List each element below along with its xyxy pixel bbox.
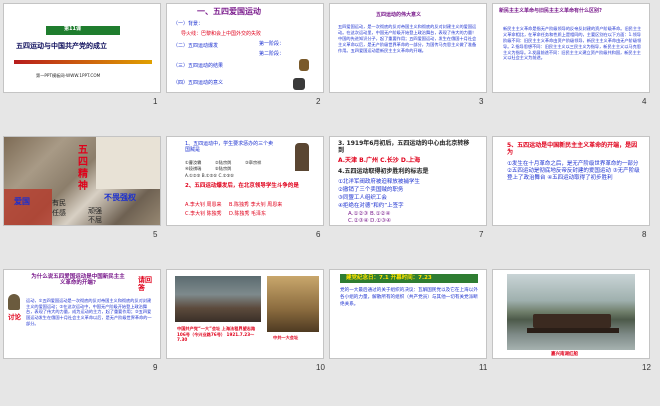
slide-6-option: A.李大钊 周恩来 bbox=[185, 202, 222, 208]
slide-number: 12 bbox=[642, 363, 651, 372]
slide-6-answer-choices: A.①②③ B.①②⑤ C.①③⑤ bbox=[185, 173, 235, 178]
slide-number: 7 bbox=[479, 230, 484, 239]
slide-6-option: C.李大钊 陈独秀 bbox=[185, 211, 222, 217]
slide-2-line: （四）五四运动的意义 bbox=[173, 80, 224, 86]
slide-7-q4: 4.五四运动取得初步胜利的标志是 bbox=[338, 168, 429, 175]
slide-number: 2 bbox=[316, 97, 321, 106]
slide-1-thumbnail[interactable]: 第11课 五四运动与中国共产党的成立 第一PPT模板网-WWW.1PPT.COM bbox=[3, 3, 161, 93]
slide-7-item: ④拒绝在对德“和约”上签字 bbox=[338, 203, 404, 209]
slide-7-q3: 3. 1919年6月初后，五四运动的中心由北京转移到 bbox=[338, 140, 470, 154]
slide-number: 4 bbox=[642, 97, 647, 106]
slide-6-option: D.陈独秀 毛泽东 bbox=[229, 211, 267, 217]
slide-number: 5 bbox=[153, 230, 158, 239]
slide-5-word: 爱国 bbox=[14, 197, 30, 206]
slide-9-body: 运动，①五四爱国运动是一次彻底的反对帝国主义和彻底的反对封建主义的爱国运动；②在… bbox=[26, 298, 152, 326]
slide-4-heading: 新民主主义革命与旧民主主义革命有什么区别? bbox=[499, 8, 602, 14]
slide-2-line: （一）背景： bbox=[173, 21, 204, 27]
slide-6-q2: 2、五四运动爆发后，在北京领导学生斗争的是 bbox=[185, 183, 299, 189]
slide-12-label: 嘉兴南湖红船 bbox=[551, 352, 578, 357]
slide-8-answer: ①发生在十月革命之后，是无产阶级世界革命的一部分 ②五四运动是彻底地反帝反封建的… bbox=[507, 161, 640, 182]
slide-2-line: （二）五四运动爆发 bbox=[173, 43, 219, 49]
slide-8-thumbnail[interactable]: 5、五四运动是中国新民主主义革命的开端，是因为 ①发生在十月革命之后，是无产阶级… bbox=[492, 136, 650, 226]
slide-9-tag: 讨论 bbox=[8, 313, 21, 321]
slide-2-line: 第二阶段： bbox=[259, 51, 285, 57]
slide-5-word: 五 bbox=[78, 145, 88, 156]
slide-5-word: 有民 bbox=[52, 199, 66, 207]
building-photo bbox=[175, 276, 261, 322]
figure-icon bbox=[299, 59, 309, 71]
slide-10-label: 中共一大会址 bbox=[273, 335, 299, 340]
room-photo bbox=[267, 276, 319, 332]
slide-number: 3 bbox=[479, 97, 484, 106]
slide-5-word: 四 bbox=[78, 157, 88, 168]
slide-10-thumbnail[interactable]: 中国共产党“一大”会址 上海法租界望志路106号（今兴业路76号） 1921.7… bbox=[166, 269, 324, 359]
slide-8-q5: 5、五四运动是中国新民主主义革命的开端，是因为 bbox=[507, 142, 638, 156]
slide-7-item: ②撤销了三个卖国贼的职务 bbox=[338, 187, 404, 193]
slide-7-choices: A.①②③ B.①②④ bbox=[348, 211, 391, 217]
slide-number: 10 bbox=[316, 363, 325, 372]
slide-1-tag: 第11课 bbox=[64, 26, 81, 32]
slide-2-thumbnail[interactable]: 一、五四爱国运动 （一）背景： 导火线：巴黎和会上中国外交的失败 （二）五四运动… bbox=[166, 3, 324, 93]
slide-9-question: 为什么说五四爱国运动是中国新民主主义革命的开端? bbox=[31, 274, 125, 287]
slide-11-thumbnail[interactable]: 建党纪念日：7.1 开幕时间：7.23 党的一大最后通过的关于组织的决议：瓦解国… bbox=[329, 269, 487, 359]
figure-icon bbox=[295, 143, 309, 171]
slide-9-stamp: 请回答 bbox=[138, 276, 152, 293]
slide-4-body: 新民主主义革命是指无产阶级领导的反帝反封建的资产阶级革命。旧民主主义革命相比，在… bbox=[503, 26, 642, 61]
slide-5-word: 顽强 bbox=[88, 207, 102, 215]
slide-5-word: 不畏强权 bbox=[104, 193, 136, 202]
slide-2-heading: 一、五四爱国运动 bbox=[197, 7, 261, 16]
slide-2-line: 导火线：巴黎和会上中国外交的失败 bbox=[181, 31, 262, 37]
slide-6-thumbnail[interactable]: 1、五四运动中，学生要求惩办的三个卖国贼是 ①曹汝霖 ②陆宗舆 ③章宗祥 ④段祺… bbox=[166, 136, 324, 226]
slide-5-word: 不屈 bbox=[88, 216, 102, 224]
slide-3-heading: 五四运动的伟大意义 bbox=[376, 12, 422, 18]
slide-number: 11 bbox=[479, 363, 488, 372]
figure-icon bbox=[8, 294, 20, 310]
slide-3-body: 五四爱国运动，是一次彻底的反对帝国主义和彻底的反对封建主义的爱国运动。在这次运动… bbox=[338, 24, 477, 54]
slide-7-choices: C.②③④ D.①③④ bbox=[348, 218, 391, 224]
slide-11-header: 建党纪念日：7.1 开幕时间：7.23 bbox=[346, 275, 432, 281]
slide-number: 1 bbox=[153, 97, 158, 106]
red-boat-photo bbox=[507, 274, 635, 350]
slide-7-item: ①北洋军阀政府被迫释放被捕学生 bbox=[338, 179, 420, 185]
slide-1-footer: 第一PPT模板网-WWW.1PPT.COM bbox=[36, 73, 101, 78]
slide-1-title: 五四运动与中国共产党的成立 bbox=[16, 42, 107, 50]
slide-5-word: 任感 bbox=[52, 209, 66, 217]
slide-6-q1: 1、五四运动中，学生要求惩办的三个卖国贼是 bbox=[185, 141, 274, 153]
slide-11-body: 党的一大最后通过的关于组织的决议：瓦解国民党以及它在上海以外各小组的力量，解散所… bbox=[340, 288, 478, 307]
slide-6-option: B.陈独秀 李大钊 周恩来 bbox=[229, 202, 283, 208]
slide-5-word: 精 bbox=[78, 169, 88, 180]
slide-5-thumbnail[interactable]: 五 四 精 神 爱国 有民 不畏强权 顽强 不屈 任感 bbox=[3, 136, 161, 226]
slide-7-opts3: A.天津 B.广州 C.长沙 D.上海 bbox=[338, 157, 421, 164]
slide-2-line: （三）五四运动的结果 bbox=[173, 63, 224, 69]
slide-7-item: ③同盟工人组织工会 bbox=[338, 195, 387, 201]
slide-6-option: ④段祺瑞 bbox=[185, 166, 202, 171]
slide-9-thumbnail[interactable]: 为什么说五四爱国运动是中国新民主主义革命的开端? 请回答 讨论 运动，①五四爱国… bbox=[3, 269, 161, 359]
slide-5-word: 神 bbox=[78, 181, 88, 192]
slide-number: 8 bbox=[642, 230, 647, 239]
slide-number: 6 bbox=[316, 230, 321, 239]
slide-6-option: ⑤陆宗舆 bbox=[215, 166, 232, 171]
figure-icon bbox=[293, 78, 305, 90]
slide-10-caption: 中国共产党“一大”会址 上海法租界望志路106号（今兴业路76号） 1921.7… bbox=[177, 326, 256, 343]
slide-3-thumbnail[interactable]: 五四运动的伟大意义 五四爱国运动，是一次彻底的反对帝国主义和彻底的反对封建主义的… bbox=[329, 3, 487, 93]
slide-7-thumbnail[interactable]: 3. 1919年6月初后，五四运动的中心由北京转移到 A.天津 B.广州 C.长… bbox=[329, 136, 487, 226]
slide-6-option: ③章宗祥 bbox=[245, 160, 262, 165]
slide-12-thumbnail[interactable]: 嘉兴南湖红船 bbox=[492, 269, 650, 359]
slide-2-line: 第一阶段： bbox=[259, 41, 285, 47]
slide-number: 9 bbox=[153, 363, 158, 372]
slide-4-thumbnail[interactable]: 新民主主义革命与旧民主主义革命有什么区别? 新民主主义革命是指无产阶级领导的反帝… bbox=[492, 3, 650, 93]
